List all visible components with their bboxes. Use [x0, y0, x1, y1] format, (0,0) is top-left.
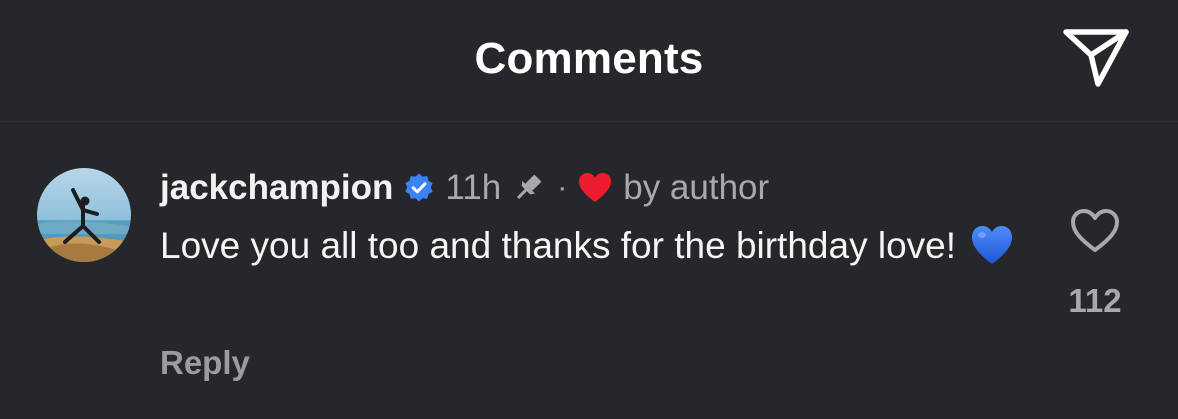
- share-button[interactable]: [1060, 24, 1132, 90]
- comment-meta: jackchampion 11h · by author: [160, 166, 769, 210]
- comments-header: Comments: [0, 0, 1178, 122]
- timestamp: 11h: [445, 168, 502, 207]
- blue-heart-icon: [970, 224, 1014, 266]
- liked-by-author-label: by author: [623, 168, 770, 207]
- paper-plane-icon: [1063, 29, 1129, 87]
- comment-text: Love you all too and thanks for the birt…: [160, 222, 1020, 270]
- like-count: 112: [1068, 282, 1122, 319]
- reply-button[interactable]: Reply: [160, 344, 250, 382]
- page-title: Comments: [474, 34, 704, 83]
- separator-dot: ·: [557, 171, 568, 204]
- verified-badge-icon: [403, 172, 435, 204]
- comment-item: jackchampion 11h · by author Love you al…: [0, 122, 1178, 419]
- red-heart-icon: [577, 171, 613, 205]
- heart-outline-icon: [1071, 209, 1119, 252]
- avatar[interactable]: [37, 168, 131, 262]
- comment-body: Love you all too and thanks for the birt…: [160, 225, 957, 266]
- pin-icon: [511, 171, 545, 205]
- avatar-image: [37, 168, 131, 262]
- username[interactable]: jackchampion: [160, 168, 393, 208]
- like-button[interactable]: [1070, 208, 1120, 254]
